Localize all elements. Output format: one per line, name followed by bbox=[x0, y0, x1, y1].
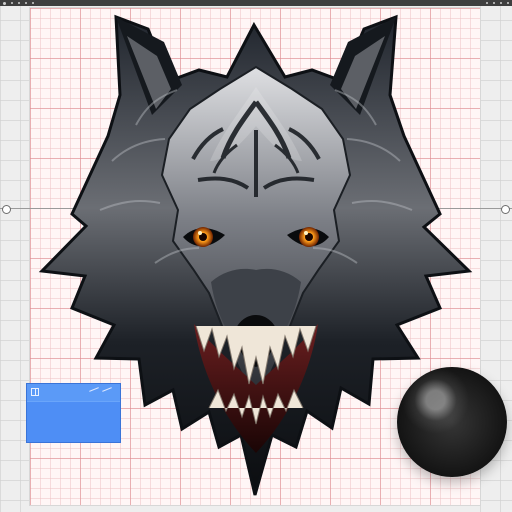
toolbar-dot-icon bbox=[500, 2, 502, 4]
panel-header bbox=[27, 384, 120, 402]
panel-line-icon bbox=[89, 387, 99, 392]
guide-handle-left[interactable] bbox=[2, 205, 11, 214]
editor-workspace bbox=[0, 0, 512, 512]
toolbar-dot-icon bbox=[11, 2, 13, 4]
toolbar-dot-icon bbox=[18, 2, 20, 4]
blue-floating-panel[interactable] bbox=[26, 383, 121, 443]
toolbar-dot-icon bbox=[507, 2, 509, 4]
left-toolbar-indicators bbox=[3, 1, 34, 5]
guide-handle-right[interactable] bbox=[501, 205, 510, 214]
black-sphere[interactable] bbox=[397, 367, 507, 477]
right-toolbar-indicators bbox=[486, 2, 509, 4]
panel-line-icon bbox=[102, 387, 112, 392]
toolbar-dot-icon bbox=[3, 1, 6, 5]
panel-icon bbox=[31, 388, 39, 396]
toolbar-dot-icon bbox=[486, 2, 488, 4]
toolbar-dot-icon bbox=[493, 2, 495, 4]
toolbar-dot-icon bbox=[25, 2, 27, 4]
top-toolbar-strip bbox=[0, 0, 512, 6]
panel-resize-lines bbox=[89, 387, 112, 392]
toolbar-dot-icon bbox=[32, 2, 34, 4]
